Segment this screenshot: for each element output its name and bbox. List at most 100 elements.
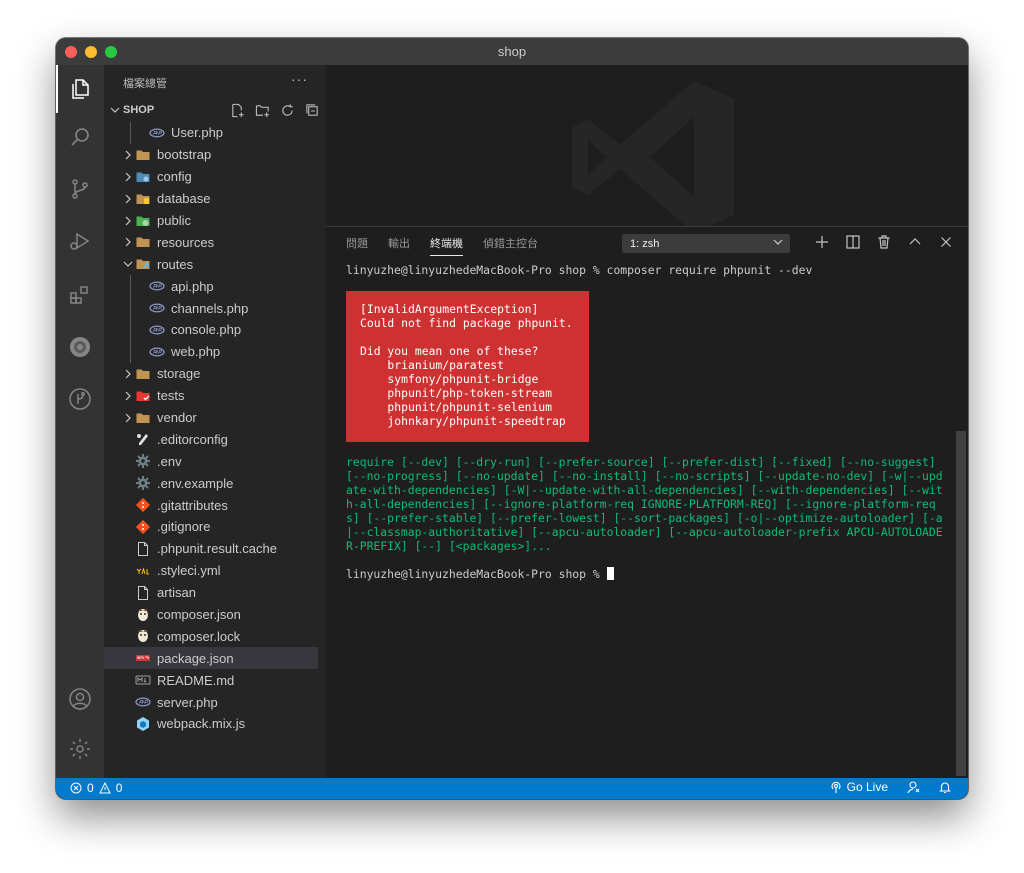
file-tree-label: .env — [157, 453, 182, 469]
maximize-window-button[interactable] — [105, 46, 117, 58]
file-tree-item[interactable]: .editorconfig — [104, 428, 318, 450]
file-tree-label: vendor — [157, 410, 197, 426]
close-panel-icon[interactable] — [938, 234, 954, 250]
file-tree-item[interactable]: composer.json — [104, 604, 318, 626]
go-live-button[interactable]: Go Live — [829, 780, 888, 794]
file-tree-label: README.md — [157, 672, 235, 688]
traffic-lights — [65, 46, 117, 58]
collapse-all-icon[interactable] — [305, 103, 320, 118]
file-tree-label: composer.lock — [157, 628, 241, 644]
file-tree-item[interactable]: .styleci.yml — [104, 560, 318, 582]
file-tree-item[interactable]: console.php — [104, 319, 318, 341]
file-tree-label: routes — [157, 256, 194, 272]
tab-output[interactable]: 輸出 — [388, 235, 410, 256]
file-tree-item[interactable]: .env — [104, 450, 318, 472]
chevron-down-icon — [773, 237, 783, 250]
feedback-icon[interactable] — [906, 780, 920, 794]
file-tree-item[interactable]: config — [104, 166, 318, 188]
split-terminal-icon[interactable] — [845, 234, 861, 250]
explorer-icon[interactable] — [56, 65, 104, 113]
file-tree-item[interactable]: README.md — [104, 669, 318, 691]
title-bar: shop — [56, 38, 968, 65]
chevron-right-icon — [121, 216, 135, 226]
docker-icon[interactable] — [56, 323, 104, 371]
new-file-icon[interactable] — [230, 103, 245, 118]
file-tree-item[interactable]: tests — [104, 385, 318, 407]
account-icon[interactable] — [56, 675, 104, 723]
tab-debug-console[interactable]: 偵錯主控台 — [483, 235, 538, 256]
file-tree-item[interactable]: artisan — [104, 582, 318, 604]
folder-icon — [135, 366, 151, 382]
new-terminal-icon[interactable] — [814, 234, 830, 250]
maximize-panel-icon[interactable] — [907, 234, 923, 250]
file-tree-item[interactable]: composer.lock — [104, 625, 318, 647]
file-tree-label: webpack.mix.js — [157, 716, 246, 732]
chevron-right-icon — [121, 172, 135, 182]
tab-problems[interactable]: 問題 — [346, 235, 368, 256]
terminal-scrollbar[interactable] — [956, 431, 966, 776]
terminal-select-value: 1: zsh — [630, 237, 660, 250]
panel-actions — [814, 234, 954, 250]
problems-status[interactable]: 0 0 — [70, 781, 122, 795]
file-tree-item[interactable]: .gitignore — [104, 516, 318, 538]
file-tree-label: .styleci.yml — [157, 563, 221, 579]
file-tree: User.php bootstrap config database public res… — [104, 122, 318, 765]
file-tree-item[interactable]: channels.php — [104, 297, 318, 319]
close-window-button[interactable] — [65, 46, 77, 58]
chevron-right-icon — [121, 150, 135, 160]
file-tree-item[interactable]: server.php — [104, 691, 318, 713]
extensions-icon[interactable] — [56, 271, 104, 319]
file-tree-item[interactable]: public — [104, 210, 318, 232]
gitlens-icon[interactable] — [56, 375, 104, 423]
minimize-window-button[interactable] — [85, 46, 97, 58]
trash-icon[interactable] — [876, 234, 892, 250]
folder-icon — [135, 410, 151, 426]
file-tree-item[interactable]: resources — [104, 231, 318, 253]
file-tree-label: .gitattributes — [157, 497, 228, 513]
chevron-down-icon — [107, 105, 123, 115]
file-tree-label: .gitignore — [157, 519, 211, 535]
more-actions-icon[interactable]: ··· — [291, 71, 308, 87]
file-tree-item[interactable]: webpack.mix.js — [104, 713, 318, 735]
php-icon — [149, 322, 165, 338]
status-bar: 0 0 Go Live — [56, 778, 968, 799]
terminal-error-block: [InvalidArgumentException] Could not fin… — [346, 291, 589, 442]
file-tree-item[interactable]: package.json — [104, 647, 318, 670]
refresh-icon[interactable] — [280, 103, 295, 118]
file-tree-item[interactable]: web.php — [104, 341, 318, 363]
search-icon[interactable] — [56, 113, 104, 161]
file-tree-item[interactable]: vendor — [104, 407, 318, 429]
gear-icon — [135, 453, 151, 469]
file-tree-item[interactable]: storage — [104, 363, 318, 385]
file-tree-item[interactable]: routes — [104, 253, 318, 275]
file-tree-item[interactable]: api.php — [104, 275, 318, 297]
source-control-icon[interactable] — [56, 165, 104, 213]
file-tree-item[interactable]: database — [104, 188, 318, 210]
vscode-window: shop 檔案總管 ··· SHOP User.php bootstrap co… — [56, 38, 968, 799]
terminal-prompt-text: linyuzhe@linyuzhedeMacBook-Pro shop % — [346, 567, 607, 581]
file-tree-item[interactable]: .gitattributes — [104, 494, 318, 516]
file-tree-item[interactable]: User.php — [104, 122, 318, 144]
terminal-select[interactable]: 1: zsh — [622, 234, 790, 253]
file-tree-item[interactable]: .env.example — [104, 472, 318, 494]
terminal-prompt[interactable]: linyuzhe@linyuzhedeMacBook-Pro shop % — [346, 567, 614, 581]
folder-routes-icon — [135, 256, 151, 272]
file-tree-label: public — [157, 213, 191, 228]
folder-icon — [135, 147, 151, 163]
chevron-right-icon — [121, 369, 135, 379]
folder-public-icon — [135, 213, 151, 229]
php-icon — [149, 125, 165, 141]
file-tree-label: web.php — [171, 344, 221, 360]
file-tree-item[interactable]: .phpunit.result.cache — [104, 538, 318, 560]
window-title: shop — [497, 44, 527, 59]
composer-icon — [135, 628, 151, 644]
tab-terminal[interactable]: 終端機 — [430, 235, 463, 256]
new-folder-icon[interactable] — [255, 103, 270, 118]
run-debug-icon[interactable] — [56, 217, 104, 265]
file-tree-item[interactable]: bootstrap — [104, 144, 318, 166]
workspace-name: SHOP — [123, 104, 155, 116]
settings-gear-icon[interactable] — [56, 725, 104, 773]
npm-icon — [135, 650, 151, 666]
bell-icon[interactable] — [938, 780, 952, 794]
workspace-section-header[interactable]: SHOP — [104, 98, 326, 122]
